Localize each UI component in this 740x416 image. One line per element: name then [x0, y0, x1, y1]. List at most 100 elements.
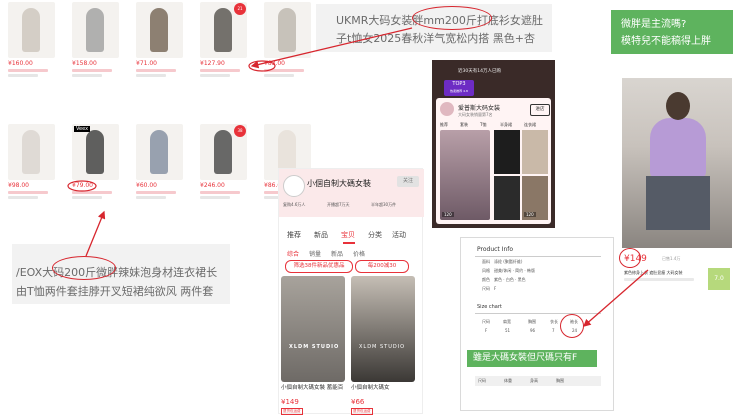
live-shop-name: 爱普斯大码女装 — [458, 105, 501, 112]
product-card-1-tag: 退货包运费 — [281, 408, 303, 415]
product-card-1-caption[interactable]: 小個自制大碼女裝 蓄能百 — [281, 383, 345, 391]
grid-product-image[interactable] — [264, 2, 311, 58]
live-enter-button[interactable]: 进店 — [530, 104, 550, 116]
grid-product-tagline — [200, 191, 240, 194]
footer-table — [475, 376, 601, 386]
grid-product-price: ¥158.00 — [72, 60, 97, 67]
grid-product-image[interactable] — [136, 2, 183, 58]
shop-stat-2: 开播超7万天 — [327, 202, 350, 207]
grid-product-image[interactable]: 38 — [200, 124, 247, 180]
grid-product-tagline — [264, 69, 304, 72]
grid-product-1[interactable]: ¥160.00 — [8, 2, 55, 77]
product-grid: ¥160.00 ¥158.00 ¥71.00 21 ¥127.90 ¥83.00 ¥98.0… — [8, 2, 311, 242]
grid-product-8[interactable]: ¥60.00 — [136, 124, 183, 199]
grid-product-figure — [214, 8, 232, 52]
size-val-4: 7 — [552, 328, 555, 333]
live-product-image-1[interactable] — [440, 130, 490, 220]
shop-follow-button[interactable]: 关注 — [397, 176, 419, 187]
grid-product-4[interactable]: 21 ¥127.90 — [200, 2, 247, 77]
grid-product-badge: 21 — [234, 3, 246, 15]
live-cat-2[interactable]: 套装 — [460, 122, 468, 128]
filter-new-button[interactable]: 筛选38件新品优惠品 — [285, 260, 353, 273]
live-cat-4[interactable]: 半身裙 — [500, 122, 512, 128]
grid-product-tagline — [72, 69, 112, 72]
live-product-image-4[interactable] — [494, 176, 520, 220]
grid-product-price: ¥79.00 — [72, 182, 93, 189]
grid-product-subline — [8, 74, 38, 77]
grid-product-image[interactable] — [72, 2, 119, 58]
callout-top-line2: 子t恤女2025春秋洋气宽松内搭 黑色+杏 — [336, 32, 536, 45]
grid-product-figure — [278, 8, 296, 52]
grid-product-figure — [22, 8, 40, 52]
grid-product-image[interactable] — [8, 2, 55, 58]
highlight-ellipse-model — [619, 248, 641, 268]
grid-product-subline — [200, 74, 230, 77]
tab-products[interactable]: 宝贝 — [341, 230, 355, 240]
sort-overall[interactable]: 综合 — [287, 249, 299, 258]
live-cat-5[interactable]: 连衣裙 — [524, 122, 536, 128]
grid-product-6[interactable]: ¥98.00 — [8, 124, 55, 199]
grid-product-5[interactable]: ¥83.00 — [264, 2, 311, 77]
size-head-1: 尺码 — [482, 319, 490, 324]
size-val-2: 51 — [505, 328, 511, 333]
grid-product-7[interactable]: Veex ¥79.00 — [72, 124, 119, 199]
model-price-tag: 已售1.4万 — [662, 256, 681, 261]
footer-col-1: 尺码 — [478, 378, 486, 383]
size-chart-title: Size chart — [477, 304, 502, 310]
model-photo[interactable] — [622, 78, 732, 248]
grid-product-price: ¥160.00 — [8, 60, 33, 67]
card-2-brand: XLDM STUDIO — [359, 344, 406, 350]
grid-product-tagline — [200, 69, 240, 72]
grid-product-subline — [200, 196, 230, 199]
tab-categories[interactable]: 分类 — [368, 230, 382, 240]
grid-product-price: ¥60.00 — [136, 182, 157, 189]
grid-product-image[interactable]: 21 — [200, 2, 247, 58]
grid-product-subline — [136, 74, 166, 77]
green-note-top: 微胖是主流嗎? 模特兒不能稿得上胖 — [611, 10, 733, 54]
shop-logo — [283, 175, 305, 197]
live-product-image-2[interactable] — [494, 130, 520, 174]
title-callout-bottom: /EOX大码200斤微胖辣妹泡身材连衣裙长 由T恤两件套挂脖开叉短裙纯欲风 两件… — [12, 244, 230, 304]
grid-product-image[interactable] — [8, 124, 55, 180]
size-note-green: 雖是大碼女裝但尺碼只有F — [467, 350, 597, 367]
tab-new[interactable]: 新品 — [314, 230, 328, 240]
grid-product-figure — [150, 8, 168, 52]
grid-product-9[interactable]: 38 ¥246.00 — [200, 124, 247, 199]
grid-product-tagline — [136, 69, 176, 72]
highlight-ellipse-top — [412, 6, 492, 30]
grid-product-tagline — [8, 69, 48, 72]
live-cat-3[interactable]: T恤 — [480, 122, 486, 128]
tab-recommend[interactable]: 推荐 — [287, 230, 301, 240]
model-caption[interactable]: 紫色修身上衣 遮肚显瘦 大码女装 — [624, 270, 704, 276]
product-card-2-image[interactable]: XLDM STUDIO — [351, 276, 415, 382]
sort-price[interactable]: 价格 — [353, 249, 365, 258]
grid-product-figure — [150, 130, 168, 174]
size-head-4: 衣长 — [550, 319, 558, 324]
grid-product-image[interactable] — [136, 124, 183, 180]
live-product-image-3[interactable] — [522, 130, 548, 174]
filter-discount-button[interactable]: 每200减30 — [355, 260, 409, 273]
size-val-3: 96 — [530, 328, 536, 333]
sort-new[interactable]: 新品 — [331, 249, 343, 258]
grid-product-badge: 38 — [234, 125, 246, 137]
sort-sales[interactable]: 销量 — [309, 249, 321, 258]
highlight-ellipse-size — [560, 314, 584, 338]
grid-product-subline — [136, 196, 166, 199]
product-card-1-image[interactable]: XLDM STUDIO — [281, 276, 345, 382]
grid-product-price: ¥246.00 — [200, 182, 225, 189]
top3-rank: 热卖推荐 4.8 — [450, 89, 468, 93]
model-skirt — [646, 176, 710, 230]
tab-events[interactable]: 活动 — [392, 230, 406, 240]
grid-product-tagline — [72, 191, 112, 194]
grid-product-figure — [86, 130, 104, 174]
product-card-2-caption[interactable]: 小個自制大碼女 — [351, 383, 415, 391]
grid-product-image[interactable]: Veex — [72, 124, 119, 180]
product-info-title: Product Info — [477, 246, 514, 253]
grid-product-2[interactable]: ¥158.00 — [72, 2, 119, 77]
live-cat-1[interactable]: 推荐 — [440, 122, 448, 128]
footer-col-2: 体重 — [504, 378, 512, 383]
model-head — [666, 92, 690, 120]
grid-product-3[interactable]: ¥71.00 — [136, 2, 183, 77]
green-note-line1: 微胖是主流嗎? — [621, 19, 687, 30]
callout-bottom-line2: 由T恤两件套挂脖开叉短裙纯欲风 两件套 — [16, 285, 214, 298]
